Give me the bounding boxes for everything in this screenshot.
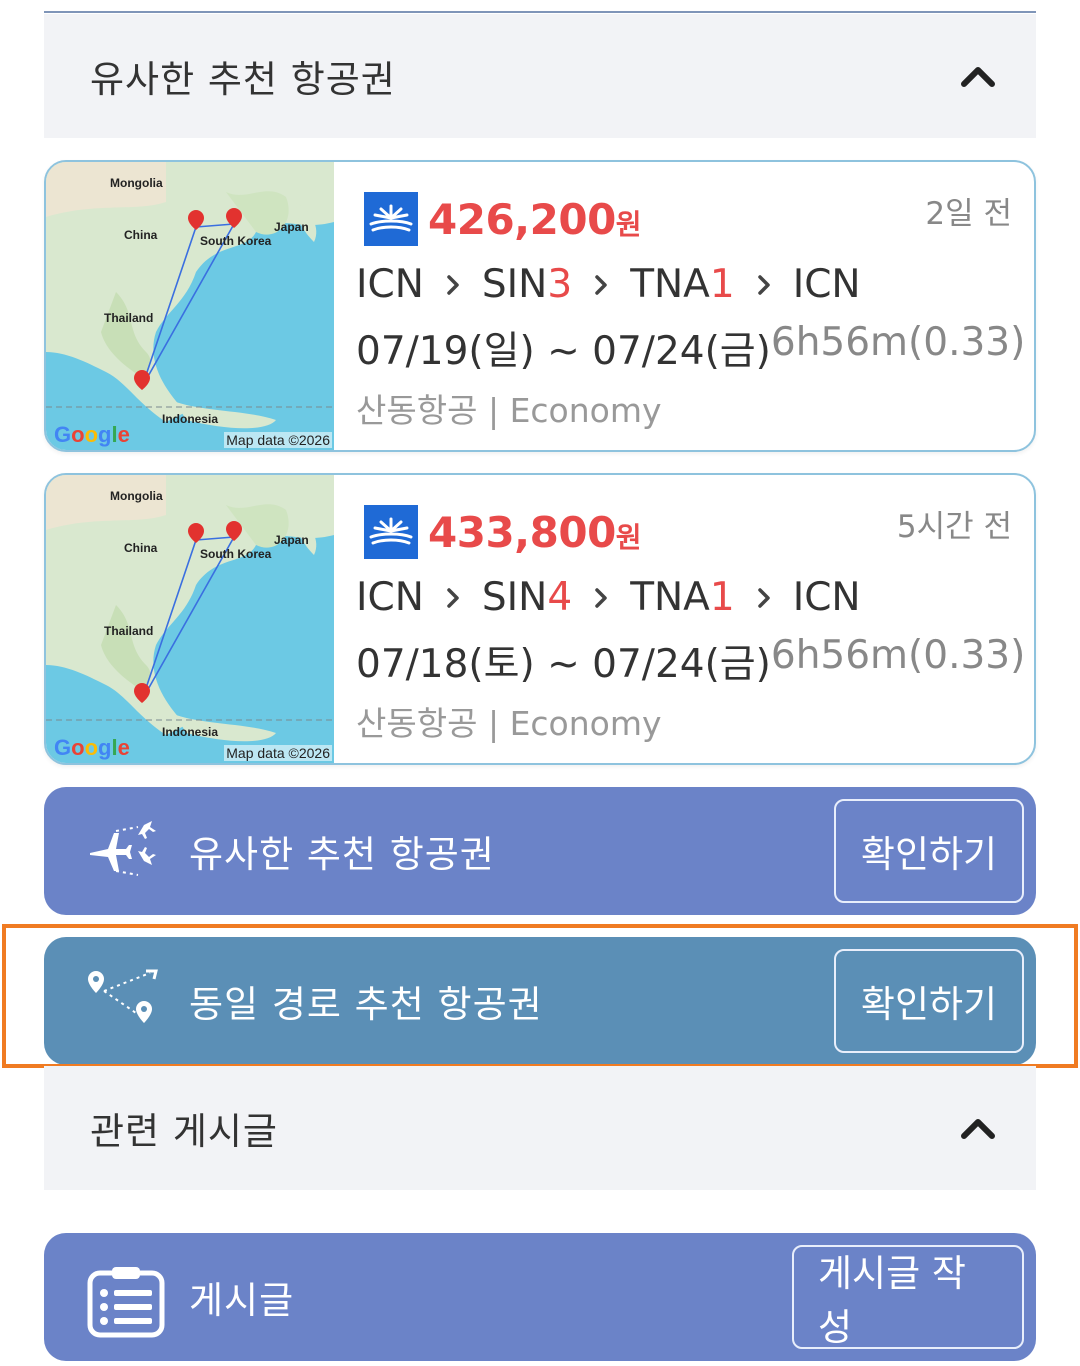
confirm-button[interactable]: 확인하기 xyxy=(834,949,1024,1053)
map-label: China xyxy=(124,541,158,555)
stay-days: 3 xyxy=(547,262,573,307)
route-stop: ICN xyxy=(356,262,424,307)
airline-cabin: 산동항공 | Economy xyxy=(356,704,662,743)
top-divider xyxy=(44,11,1036,13)
map-label: South Korea xyxy=(200,547,272,561)
route-stop: SIN4 xyxy=(482,575,572,620)
same-route-flights-bar[interactable]: 동일 경로 추천 항공권 확인하기 xyxy=(44,937,1036,1065)
airport-code: TNA xyxy=(630,575,710,620)
airport-code: TNA xyxy=(630,262,710,307)
map-label: China xyxy=(124,228,158,242)
airport-code: ICN xyxy=(792,575,861,620)
currency-unit: 원 xyxy=(615,207,642,241)
flight-card[interactable]: Mongolia China Japan South Korea Thailan… xyxy=(44,160,1036,452)
route: ICN SIN4 TNA1 ICN xyxy=(356,575,861,620)
route-stop: ICN xyxy=(793,262,861,307)
chevron-right-icon xyxy=(757,587,771,609)
related-posts-header[interactable]: 관련 게시글 xyxy=(44,1066,1036,1190)
travel-dates: 07/19(일) ~ 07/24(금) xyxy=(356,329,771,374)
same-route-flights-label: 동일 경로 추천 항공권 xyxy=(189,983,543,1026)
travel-dates: 07/18(토) ~ 07/24(금) xyxy=(356,642,771,687)
clipboard-list-icon xyxy=(86,1265,165,1338)
map-label: Japan xyxy=(274,220,309,234)
route-map[interactable]: Mongolia China Japan South Korea Thailan… xyxy=(46,475,334,763)
stay-days: 4 xyxy=(547,575,573,620)
price: 426,200원 xyxy=(428,194,642,244)
currency-unit: 원 xyxy=(615,520,642,554)
map-label: Thailand xyxy=(104,624,154,638)
map-label: South Korea xyxy=(200,234,272,248)
airline-logo-icon xyxy=(364,505,418,559)
airport-code: ICN xyxy=(356,262,424,307)
write-post-button[interactable]: 게시글 작성 xyxy=(792,1245,1024,1349)
chevron-up-icon[interactable] xyxy=(958,1108,998,1148)
route: ICN SIN3 TNA1 ICN xyxy=(356,262,861,307)
posted-time: 2일 전 xyxy=(925,196,1012,232)
map-copyright: Map data ©2026 xyxy=(224,745,332,761)
travel-dates-row: 07/19(일) ~ 07/24(금) 6h56m(0.33) xyxy=(356,320,1025,376)
route-map[interactable]: Mongolia China Japan South Korea Thailan… xyxy=(46,162,334,450)
flight-card[interactable]: Mongolia China Japan South Korea Thailan… xyxy=(44,473,1036,765)
cabin-class: Economy xyxy=(509,704,662,743)
posts-bar[interactable]: 게시글 게시글 작성 xyxy=(44,1233,1036,1361)
airline-cabin: 산동항공 | Economy xyxy=(356,391,662,430)
airport-code: ICN xyxy=(792,262,861,307)
map-label: Thailand xyxy=(104,311,154,325)
airport-code: SIN xyxy=(481,262,548,307)
route-stop: ICN xyxy=(356,575,424,620)
route-pins-icon xyxy=(86,969,158,1033)
airline-logo-icon xyxy=(364,192,418,246)
cabin-class: Economy xyxy=(509,391,662,430)
airport-code: ICN xyxy=(356,575,424,620)
price-value: 433,800 xyxy=(428,507,616,557)
stay-days: 1 xyxy=(709,262,735,307)
flight-duration: 6h56m(0.33) xyxy=(770,633,1026,678)
price-value: 426,200 xyxy=(428,194,616,244)
similar-flights-bar[interactable]: 유사한 추천 항공권 확인하기 xyxy=(44,787,1036,915)
stay-days: 1 xyxy=(709,575,735,620)
chevron-right-icon xyxy=(594,274,608,296)
airline-name: 산동항공 xyxy=(356,391,478,430)
chevron-up-icon[interactable] xyxy=(958,56,998,96)
plane-routes-icon xyxy=(86,819,158,883)
price: 433,800원 xyxy=(428,507,642,557)
route-stop: SIN3 xyxy=(482,262,572,307)
route-stop: TNA1 xyxy=(630,575,735,620)
airline-name: 산동항공 xyxy=(356,704,478,743)
google-logo: Google xyxy=(54,422,130,447)
airport-code: SIN xyxy=(481,575,548,620)
chevron-right-icon xyxy=(594,587,608,609)
similar-flights-label: 유사한 추천 항공권 xyxy=(189,833,495,876)
route-stop: TNA1 xyxy=(630,262,735,307)
chevron-right-icon xyxy=(446,274,460,296)
chevron-right-icon xyxy=(446,587,460,609)
google-logo: Google xyxy=(54,735,130,760)
travel-dates-row: 07/18(토) ~ 07/24(금) 6h56m(0.33) xyxy=(356,633,1025,689)
map-label: Indonesia xyxy=(162,725,219,739)
section-title: 관련 게시글 xyxy=(90,1110,278,1153)
posted-time: 5시간 전 xyxy=(896,509,1012,545)
flight-duration: 6h56m(0.33) xyxy=(770,320,1026,365)
map-label: Indonesia xyxy=(162,412,219,426)
map-label: Japan xyxy=(274,533,309,547)
section-title: 유사한 추천 항공권 xyxy=(90,58,396,101)
map-label: Mongolia xyxy=(110,489,163,503)
map-label: Mongolia xyxy=(110,176,163,190)
route-stop: ICN xyxy=(793,575,861,620)
posts-label: 게시글 xyxy=(189,1279,295,1322)
map-copyright: Map data ©2026 xyxy=(224,432,332,448)
confirm-button[interactable]: 확인하기 xyxy=(834,799,1024,903)
chevron-right-icon xyxy=(757,274,771,296)
similar-flights-header[interactable]: 유사한 추천 항공권 xyxy=(44,14,1036,138)
